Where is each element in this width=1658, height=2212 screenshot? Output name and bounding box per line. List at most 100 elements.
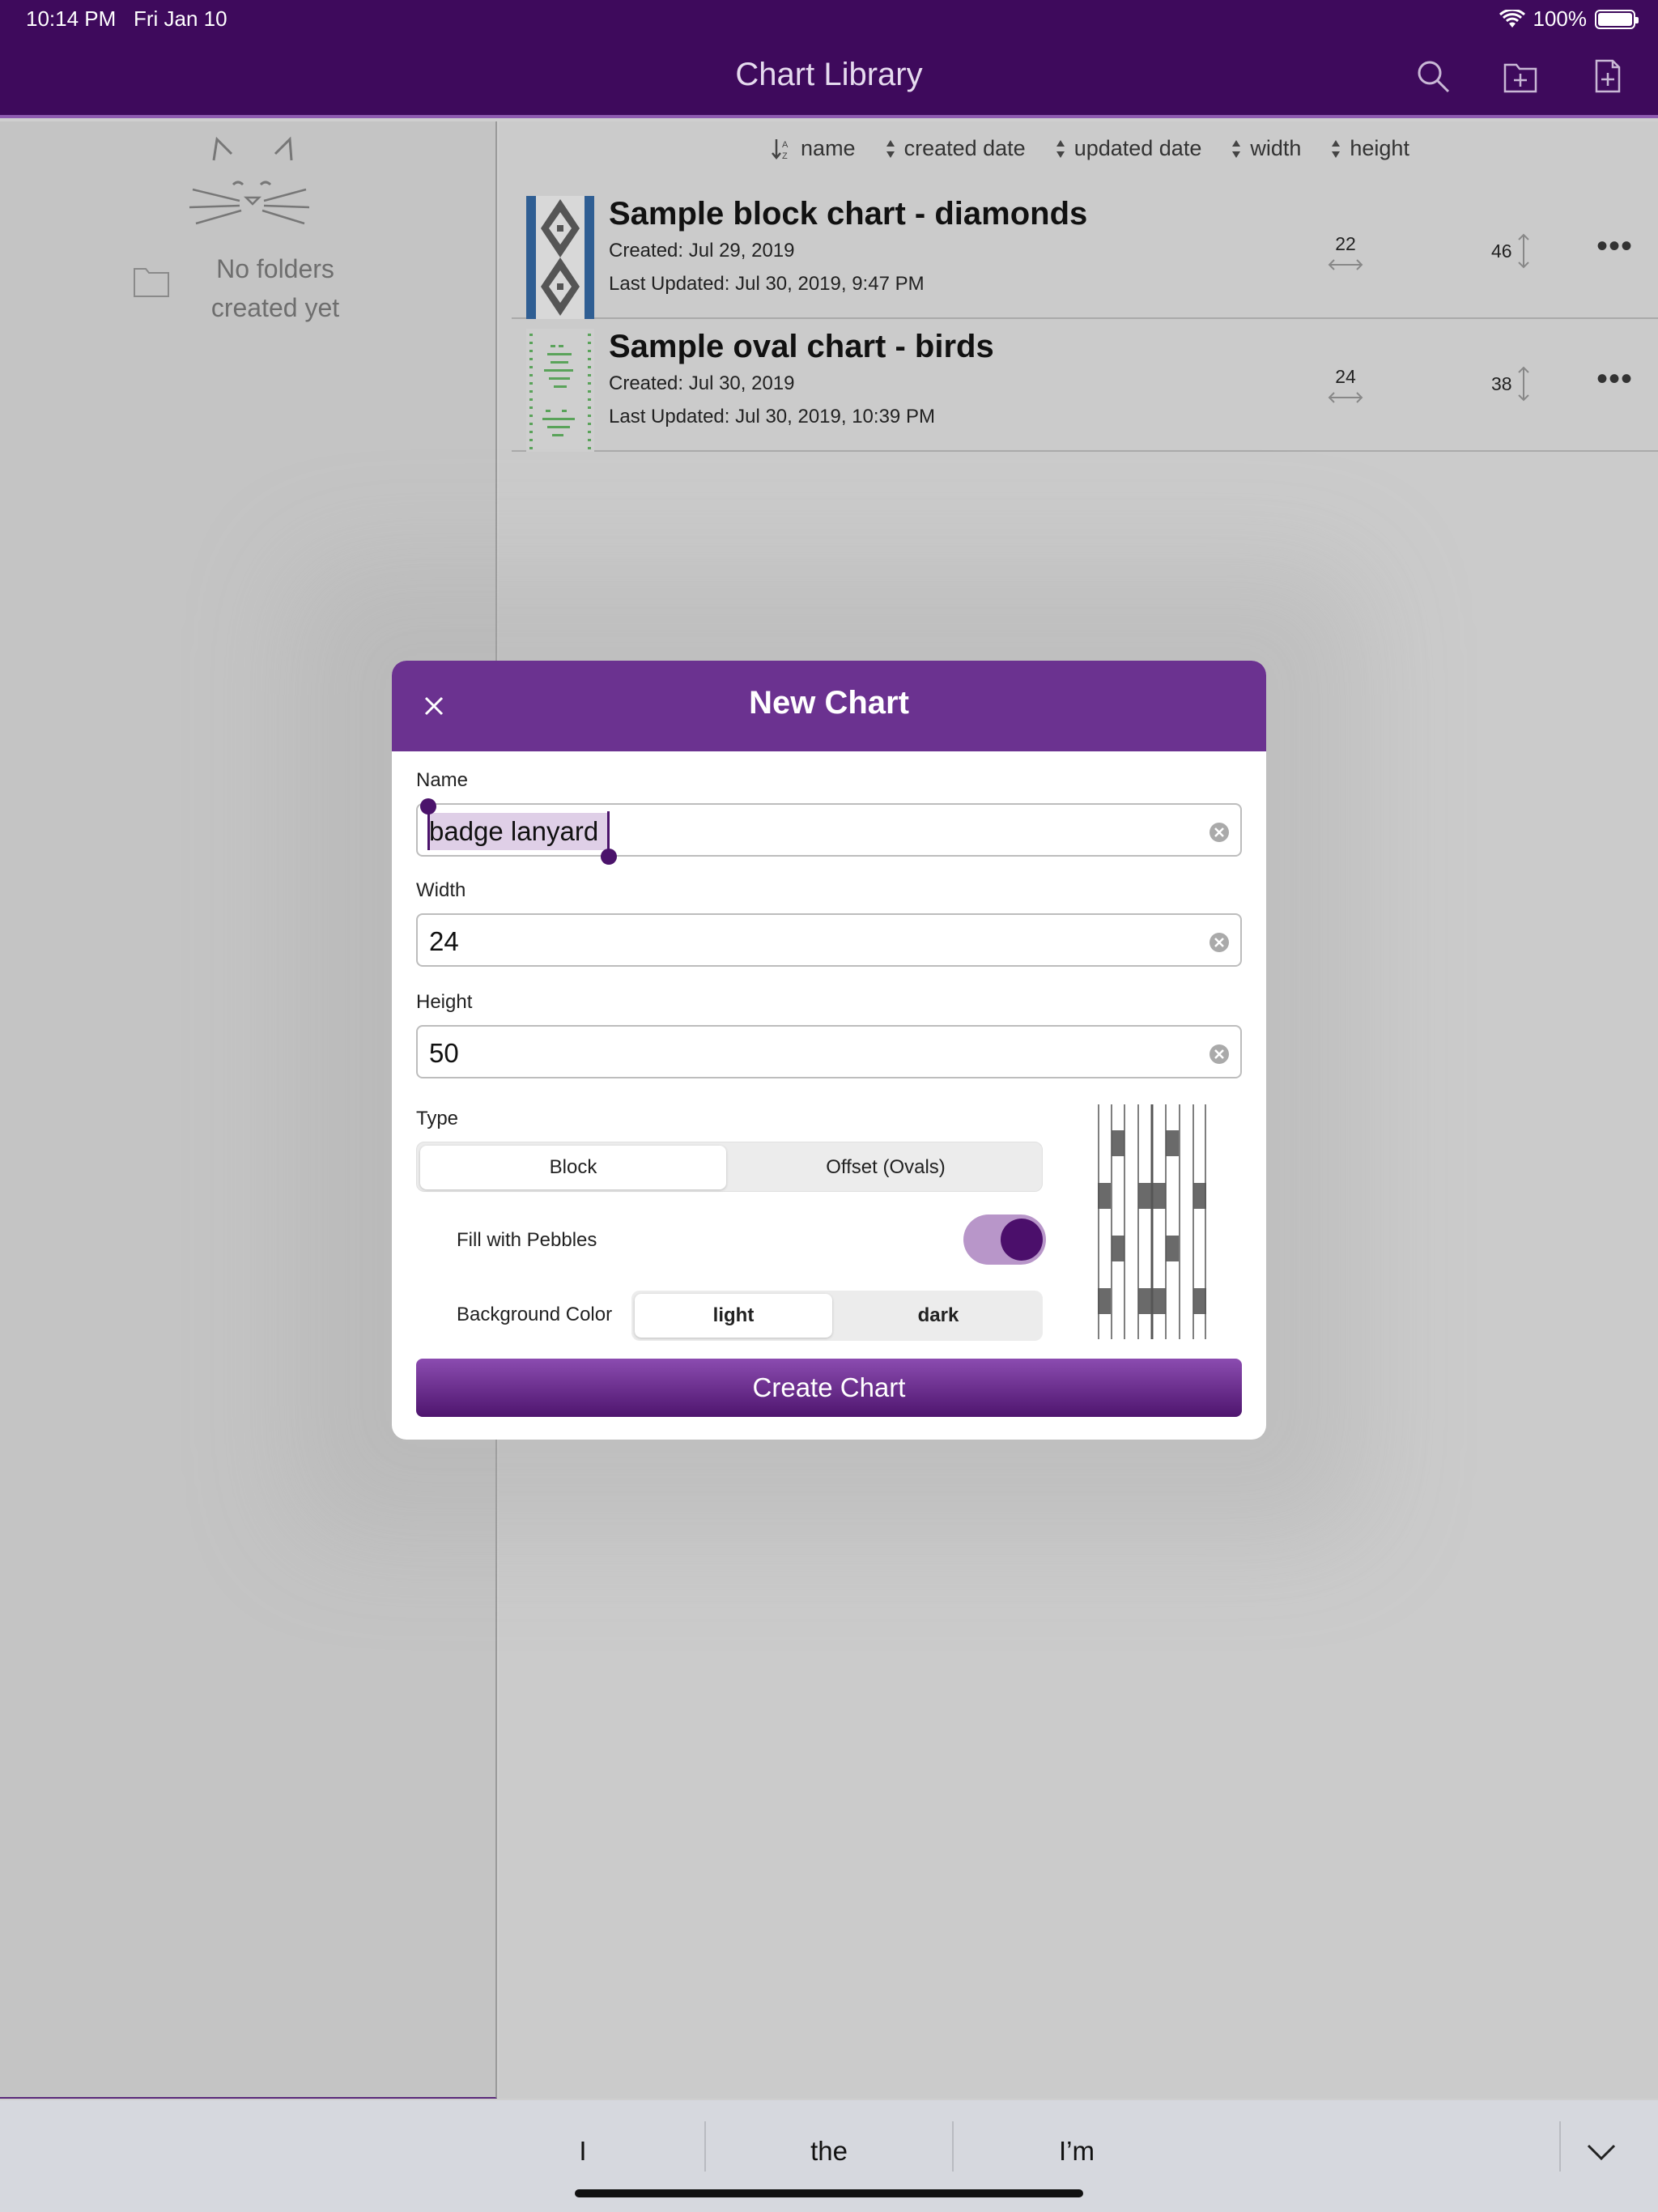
chart-updated: Last Updated: Jul 30, 2019, 9:47 PM <box>609 273 925 295</box>
height-label: Height <box>416 991 473 1013</box>
vertical-arrow-icon <box>1517 233 1529 269</box>
chart-row[interactable]: Sample oval chart - birds Created: Jul 3… <box>512 319 1658 452</box>
selection-end-line <box>607 811 610 850</box>
sort-arrows-icon <box>1056 139 1065 158</box>
fill-pebbles-toggle[interactable] <box>963 1214 1046 1265</box>
sort-updated-label: updated date <box>1073 136 1202 160</box>
battery-percent: 100% <box>1533 6 1588 31</box>
sort-created-label: created date <box>903 136 1026 160</box>
chart-title: Sample oval chart - birds <box>609 329 994 364</box>
chart-width-value: 24 <box>1335 366 1356 387</box>
chart-width: 24 <box>1321 366 1370 404</box>
new-folder-icon[interactable] <box>1503 58 1538 94</box>
sort-by-updated[interactable]: updated date <box>1055 136 1202 161</box>
sort-az-icon: A Z <box>772 138 789 160</box>
type-segmented-control: Block Offset (Ovals) <box>416 1142 1043 1192</box>
width-value: 24 <box>429 926 459 956</box>
sort-by-height[interactable]: height <box>1330 136 1409 161</box>
dialog-header: New Chart <box>392 661 1266 751</box>
header-actions <box>1415 58 1626 94</box>
chart-created: Created: Jul 29, 2019 <box>609 240 795 262</box>
svg-text:A: A <box>782 140 789 150</box>
chart-height: 38 <box>1491 366 1530 402</box>
width-field[interactable]: 24 <box>416 913 1242 967</box>
suggestion-2[interactable]: the <box>708 2136 950 2167</box>
chevron-down-icon[interactable] <box>1585 2139 1618 2163</box>
status-time: 10:14 PM Fri Jan 10 <box>26 6 227 32</box>
sort-width-label: width <box>1250 136 1302 160</box>
chart-height-value: 46 <box>1491 240 1512 262</box>
suggestion-3[interactable]: I’m <box>955 2136 1198 2167</box>
chart-updated: Last Updated: Jul 30, 2019, 10:39 PM <box>609 406 935 428</box>
create-chart-button[interactable]: Create Chart <box>416 1359 1242 1417</box>
sort-by-name[interactable]: A Z name <box>772 136 856 161</box>
chart-width-value: 22 <box>1335 233 1356 254</box>
height-value: 50 <box>429 1038 459 1068</box>
sort-bar: A Z name created date updated date width… <box>499 136 1658 161</box>
selection-start-handle[interactable] <box>420 798 436 815</box>
new-chart-icon[interactable] <box>1590 58 1626 94</box>
empty-folders-message: No folders created yet <box>186 249 364 327</box>
horizontal-arrow-icon <box>1328 392 1363 403</box>
vertical-arrow-icon <box>1517 366 1529 402</box>
background-color-label: Background Color <box>457 1304 613 1325</box>
chart-created: Created: Jul 30, 2019 <box>609 372 795 394</box>
horizontal-arrow-icon <box>1328 259 1363 270</box>
background-color-control: light dark <box>631 1291 1043 1341</box>
fill-pebbles-label: Fill with Pebbles <box>457 1229 597 1251</box>
empty-folders-line2: created yet <box>210 293 340 322</box>
suggestion-divider <box>704 2121 706 2172</box>
selection-start-line <box>427 811 430 850</box>
width-label: Width <box>416 879 466 901</box>
more-options-icon[interactable]: ••• <box>1596 361 1633 398</box>
status-date: Fri Jan 10 <box>133 6 227 31</box>
background-dark-option[interactable]: dark <box>837 1294 1039 1338</box>
cat-face-icon <box>189 136 310 225</box>
name-value: badge lanyard <box>429 816 599 846</box>
background-light-option[interactable]: light <box>635 1294 832 1338</box>
name-field[interactable]: badge lanyard <box>416 798 1242 865</box>
clear-icon[interactable] <box>1208 821 1231 844</box>
chart-preview <box>1098 1104 1206 1339</box>
sort-name-label: name <box>801 136 856 160</box>
svg-text:Z: Z <box>782 151 788 160</box>
chart-thumbnail <box>526 329 594 452</box>
status-indicators: 100% <box>1499 6 1639 32</box>
top-bar: 10:14 PM Fri Jan 10 100% Chart Library <box>0 0 1658 118</box>
search-icon[interactable] <box>1415 58 1451 94</box>
suggestion-divider <box>1559 2121 1561 2172</box>
height-field[interactable]: 50 <box>416 1025 1242 1078</box>
suggestion-1[interactable]: I <box>461 2136 704 2167</box>
battery-icon <box>1595 9 1639 29</box>
chart-row[interactable]: Sample block chart - diamonds Created: J… <box>512 186 1658 319</box>
sort-by-created[interactable]: created date <box>885 136 1026 161</box>
suggestion-divider <box>952 2121 954 2172</box>
chart-thumbnail <box>526 196 594 319</box>
chart-height: 46 <box>1491 233 1530 269</box>
more-options-icon[interactable]: ••• <box>1596 228 1633 265</box>
selection-end-handle[interactable] <box>601 849 617 865</box>
dialog-title: New Chart <box>749 685 909 721</box>
home-indicator[interactable] <box>575 2189 1083 2197</box>
type-block-option[interactable]: Block <box>420 1146 726 1189</box>
wifi-icon <box>1499 9 1525 28</box>
name-label: Name <box>416 769 469 791</box>
page-title: Chart Library <box>735 57 923 92</box>
type-label: Type <box>416 1108 459 1129</box>
new-chart-dialog: New Chart Name badge lanyard Width 24 He… <box>392 661 1266 1440</box>
toggle-knob <box>1001 1219 1043 1261</box>
folder-icon <box>134 268 169 297</box>
sort-arrows-icon <box>886 139 895 158</box>
empty-folders-line1: No folders <box>216 254 334 283</box>
chart-height-value: 38 <box>1491 372 1512 394</box>
sort-height-label: height <box>1350 136 1409 160</box>
status-clock: 10:14 PM <box>26 6 117 31</box>
type-offset-option[interactable]: Offset (Ovals) <box>731 1146 1040 1189</box>
sort-arrows-icon <box>1232 139 1241 158</box>
sort-by-width[interactable]: width <box>1231 136 1301 161</box>
clear-icon[interactable] <box>1208 1043 1231 1066</box>
clear-icon[interactable] <box>1208 931 1231 954</box>
sort-arrows-icon <box>1332 139 1341 158</box>
chart-title: Sample block chart - diamonds <box>609 196 1088 232</box>
chart-width: 22 <box>1321 233 1370 271</box>
